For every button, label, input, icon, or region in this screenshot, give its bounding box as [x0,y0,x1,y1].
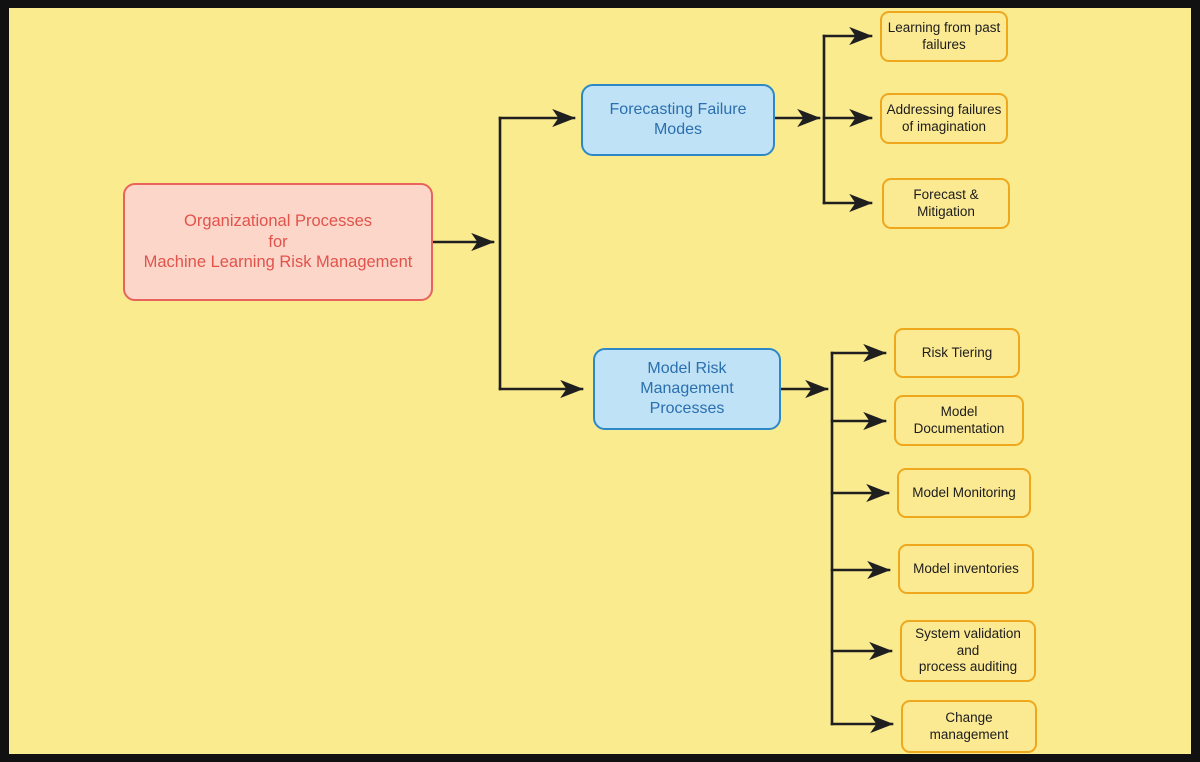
node-model-monitoring[interactable]: Model Monitoring [897,468,1031,518]
node-change-management[interactable]: Change management [901,700,1037,753]
node-system-validation-and-process-auditing[interactable]: System validation and process auditing [900,620,1036,682]
node-root[interactable]: Organizational Processes for Machine Lea… [123,183,433,301]
node-model-documentation[interactable]: Model Documentation [894,395,1024,446]
node-model-inventories[interactable]: Model inventories [898,544,1034,594]
diagram-frame: Organizational Processes for Machine Lea… [0,0,1200,762]
diagram-canvas: Organizational Processes for Machine Lea… [9,8,1191,754]
node-model-risk-management-processes[interactable]: Model Risk Management Processes [593,348,781,430]
node-forecast-and-mitigation[interactable]: Forecast & Mitigation [882,178,1010,229]
node-risk-tiering[interactable]: Risk Tiering [894,328,1020,378]
node-learning-from-past-failures[interactable]: Learning from past failures [880,11,1008,62]
node-addressing-failures-of-imagination[interactable]: Addressing failures of imagination [880,93,1008,144]
node-forecasting-failure-modes[interactable]: Forecasting Failure Modes [581,84,775,156]
